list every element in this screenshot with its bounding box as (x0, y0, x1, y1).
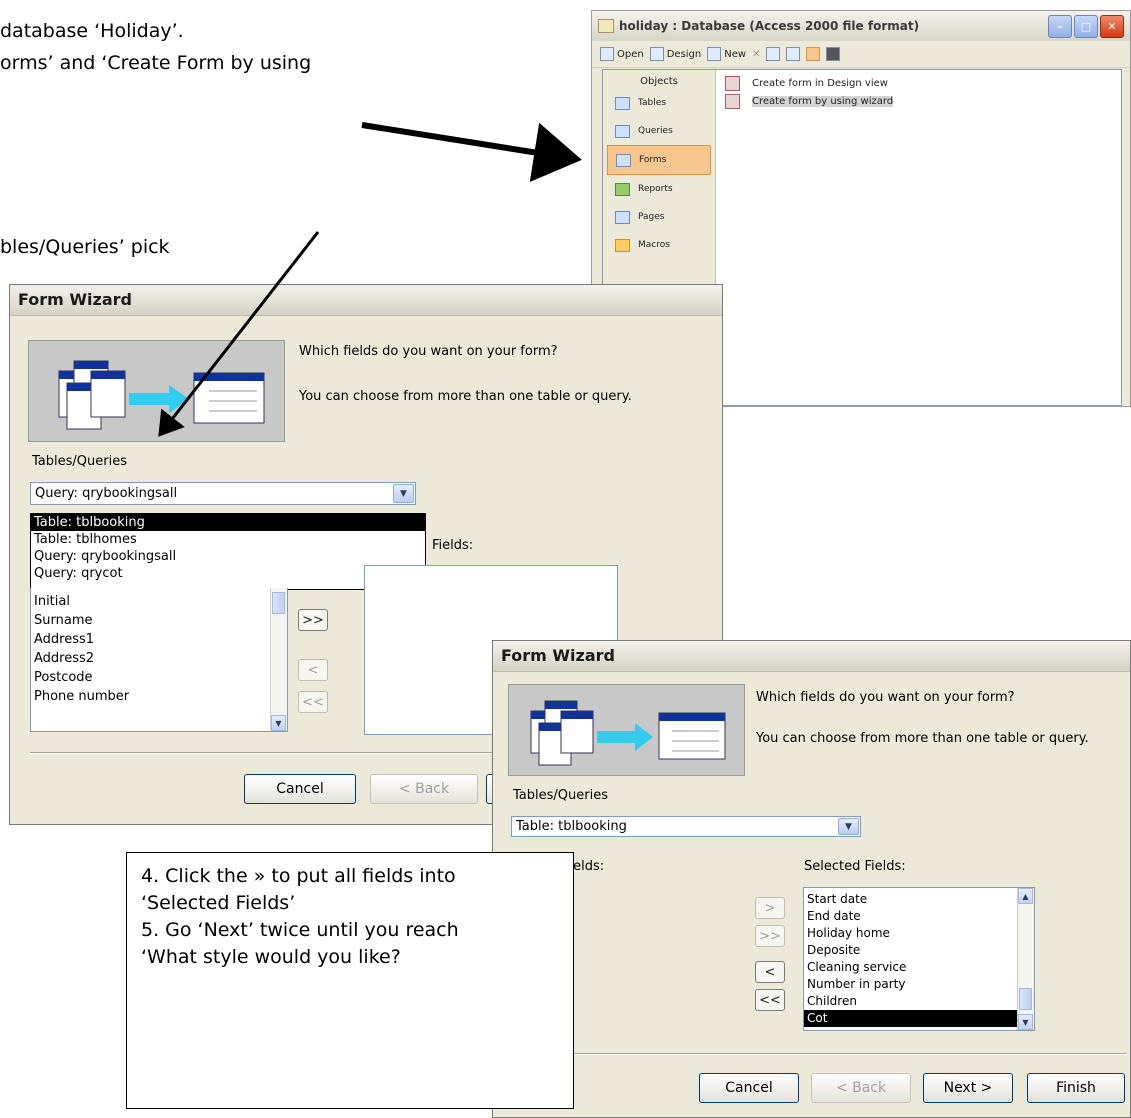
arrow-to-forms (361, 122, 582, 182)
annotation-arrows (158, 122, 582, 437)
arrow-to-tables-queries (158, 231, 320, 437)
